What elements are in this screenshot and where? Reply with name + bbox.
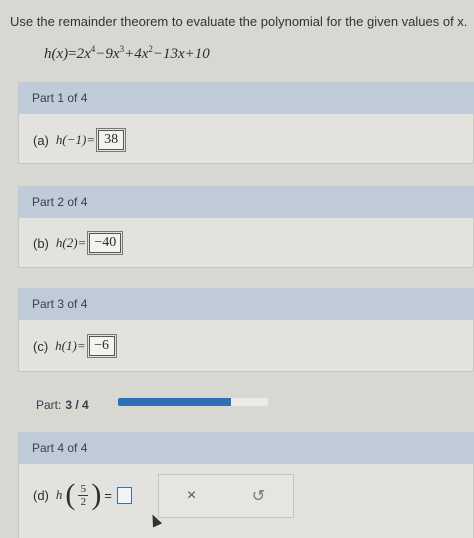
part-4-question: (d) h ( 5 2 ) = bbox=[33, 480, 132, 510]
clear-icon[interactable]: × bbox=[187, 487, 196, 505]
part-3-question: (c) h(1)= −6 bbox=[33, 334, 117, 358]
part-1-body: (a) h(−1)= 38 bbox=[18, 114, 474, 164]
part-3-expression: h(1)= bbox=[55, 338, 86, 353]
part-4-label: (d) bbox=[33, 487, 49, 503]
part-1-answer[interactable]: 38 bbox=[96, 128, 127, 152]
polynomial: h(x)=2x4−9x3+4x2−13x+10 bbox=[44, 44, 210, 62]
fraction-denominator: 2 bbox=[80, 495, 87, 508]
part-4-header: Part 4 of 4 bbox=[18, 432, 474, 464]
part-3-answer[interactable]: −6 bbox=[86, 334, 117, 358]
part-2-header: Part 2 of 4 bbox=[18, 186, 474, 218]
answer-tools: × ↺ bbox=[158, 474, 294, 518]
part-1-header: Part 1 of 4 bbox=[18, 82, 474, 114]
progress-bar-fill bbox=[118, 398, 231, 406]
instructions: Use the remainder theorem to evaluate th… bbox=[10, 14, 468, 29]
part-2-expression: h(2)= bbox=[55, 235, 87, 250]
part-2-body: (b) h(2)= −40 bbox=[18, 218, 474, 268]
progress-label-row: Part: 3 / 4 bbox=[36, 398, 89, 412]
part-2-answer[interactable]: −40 bbox=[87, 231, 124, 255]
poly-term-2: −9x bbox=[95, 46, 120, 62]
part-1-expression: h(−1)= bbox=[55, 132, 96, 147]
part-1-label: (a) bbox=[33, 132, 49, 148]
undo-icon[interactable]: ↺ bbox=[252, 486, 265, 506]
progress-label: Part: bbox=[36, 398, 62, 412]
poly-term-3: +4x bbox=[124, 46, 149, 62]
part-4-answer-input[interactable] bbox=[116, 486, 132, 504]
part-2-label: (b) bbox=[33, 235, 49, 251]
fraction: 5 2 bbox=[78, 482, 89, 508]
poly-lhs: h(x) bbox=[44, 46, 69, 62]
part-3-header: Part 3 of 4 bbox=[18, 288, 474, 320]
part-4-function: h bbox=[55, 487, 63, 502]
part-1-question: (a) h(−1)= 38 bbox=[33, 128, 127, 152]
right-paren: ) bbox=[91, 478, 102, 511]
part-2-question: (b) h(2)= −40 bbox=[33, 231, 124, 255]
left-paren: ( bbox=[65, 478, 76, 511]
part-3-label: (c) bbox=[33, 338, 49, 354]
part-3-body: (c) h(1)= −6 bbox=[18, 320, 474, 372]
fraction-numerator: 5 bbox=[80, 482, 87, 495]
progress-bar bbox=[118, 398, 268, 406]
progress-value: 3 / 4 bbox=[65, 398, 89, 412]
poly-rest: −13x+10 bbox=[152, 46, 210, 62]
poly-term-1: 2x bbox=[76, 46, 91, 62]
part-4-equals: = bbox=[104, 487, 112, 503]
